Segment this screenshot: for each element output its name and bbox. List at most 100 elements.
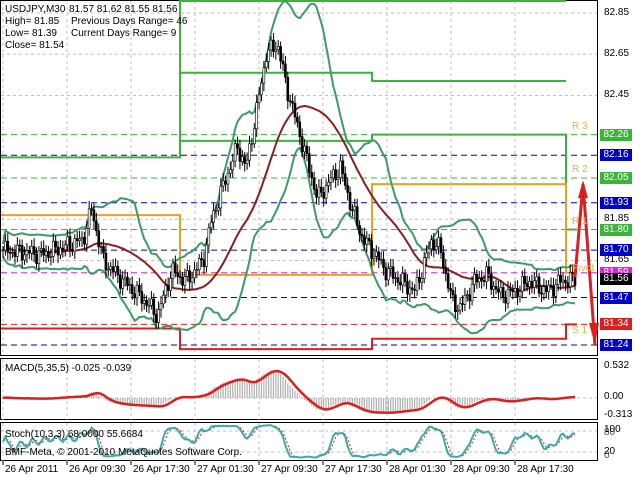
candle-body — [104, 252, 108, 271]
candle-body — [276, 46, 280, 51]
price-tag: 81.47 — [600, 291, 632, 304]
candle-body — [162, 294, 165, 305]
candle-body — [355, 206, 359, 226]
candle-body — [497, 288, 500, 293]
candle-body — [288, 100, 292, 103]
candle-body — [458, 303, 462, 311]
candle-body — [109, 266, 112, 270]
candle-body — [190, 277, 194, 283]
candle-body — [475, 273, 479, 283]
candle-body — [389, 266, 393, 269]
candle-body — [63, 244, 67, 251]
candle-body — [269, 39, 273, 51]
candle-body — [382, 258, 385, 269]
time-label: 28 Apr 17:30 — [517, 464, 574, 475]
candle-body — [482, 280, 486, 282]
candle-body — [85, 228, 89, 245]
pivot-label: S 1 — [572, 324, 588, 336]
candle-body — [523, 276, 527, 284]
price-tag: 81.56 — [600, 272, 632, 285]
candle-body — [513, 288, 517, 293]
candle-body — [171, 262, 175, 279]
candle-body — [16, 244, 19, 257]
chart-canvas[interactable] — [0, 0, 640, 480]
candle-body — [489, 273, 493, 290]
candle-body — [406, 281, 409, 295]
price-tag: 82.26 — [600, 128, 632, 141]
copyright-label: BMF-Meta, © 2001-2010 MetaQuotes Softwar… — [5, 447, 242, 458]
candle-body — [564, 279, 567, 284]
candle-body — [296, 116, 299, 123]
candle-body — [78, 238, 81, 241]
candle-body — [370, 240, 373, 259]
candle-body — [181, 276, 184, 286]
candle-body — [61, 247, 65, 251]
candle-body — [75, 238, 79, 241]
candle-body — [398, 282, 402, 286]
candle-body — [420, 278, 424, 283]
candle-body — [348, 192, 352, 211]
candle-body — [463, 295, 467, 305]
candle-body — [549, 284, 553, 287]
candle-body — [554, 284, 558, 297]
candle-body — [233, 143, 237, 162]
candle-body — [123, 276, 127, 280]
candle-body — [138, 284, 141, 292]
candle-body — [439, 237, 443, 253]
candle-body — [544, 286, 548, 292]
candle-body — [185, 270, 189, 277]
candle-body — [547, 284, 550, 292]
time-label: 26 Apr 09:30 — [69, 464, 126, 475]
pivot-line-s1 — [1, 323, 577, 351]
candle-body — [90, 208, 93, 211]
ohlc-label: 81.57 81.62 81.55 81.56 — [69, 4, 178, 15]
candle-body — [518, 291, 522, 298]
stoch-axis-80: 80 — [604, 427, 616, 438]
time-label: 28 Apr 09:30 — [453, 464, 510, 475]
candle-body — [375, 251, 378, 257]
candle-body — [418, 277, 421, 283]
price-tag: 81.24 — [600, 338, 632, 351]
candle-body — [231, 160, 235, 170]
time-label: 26 Apr 2011 — [5, 464, 59, 475]
arrow-up-head — [578, 180, 588, 199]
candle-body — [1, 249, 5, 252]
pivot-line-r2 — [180, 71, 566, 83]
candle-body — [142, 300, 146, 304]
candle-body — [394, 277, 397, 279]
candle-body — [281, 60, 285, 65]
candle-body — [291, 101, 294, 104]
candle-body — [176, 272, 180, 277]
candle-body — [219, 185, 223, 209]
candle-body — [430, 239, 433, 250]
candle-body — [56, 246, 60, 256]
candle-body — [298, 121, 302, 137]
candle-body — [437, 237, 440, 247]
candle-body — [324, 185, 328, 199]
candle-body — [116, 266, 120, 276]
candle-body — [214, 210, 218, 212]
candle-body — [188, 270, 191, 283]
candle-body — [44, 251, 48, 256]
candle-body — [260, 82, 263, 96]
candle-body — [377, 251, 381, 261]
candle-body — [331, 169, 335, 179]
candle-body — [379, 258, 383, 261]
candle-body — [372, 255, 376, 259]
candle-body — [128, 284, 132, 286]
candle-body — [556, 274, 560, 285]
candle-body — [322, 191, 326, 199]
chart-window[interactable]: USDJPY,M30 81.57 81.62 81.55 81.56 High=… — [0, 0, 640, 480]
candle-body — [118, 274, 122, 289]
pivot-label: R 1 — [572, 215, 588, 227]
candle-body — [473, 273, 476, 285]
candle-body — [542, 286, 546, 295]
candle-body — [540, 292, 543, 295]
candle-body — [145, 300, 148, 306]
price-tag: 82.16 — [600, 149, 632, 162]
candle-body — [39, 248, 43, 251]
high-label: High= 81.85 — [5, 16, 60, 27]
candle-body — [336, 177, 340, 180]
stoch-label: Stoch(10,3,3) 68.0000 55.6684 — [5, 429, 143, 440]
candle-body — [229, 169, 232, 174]
